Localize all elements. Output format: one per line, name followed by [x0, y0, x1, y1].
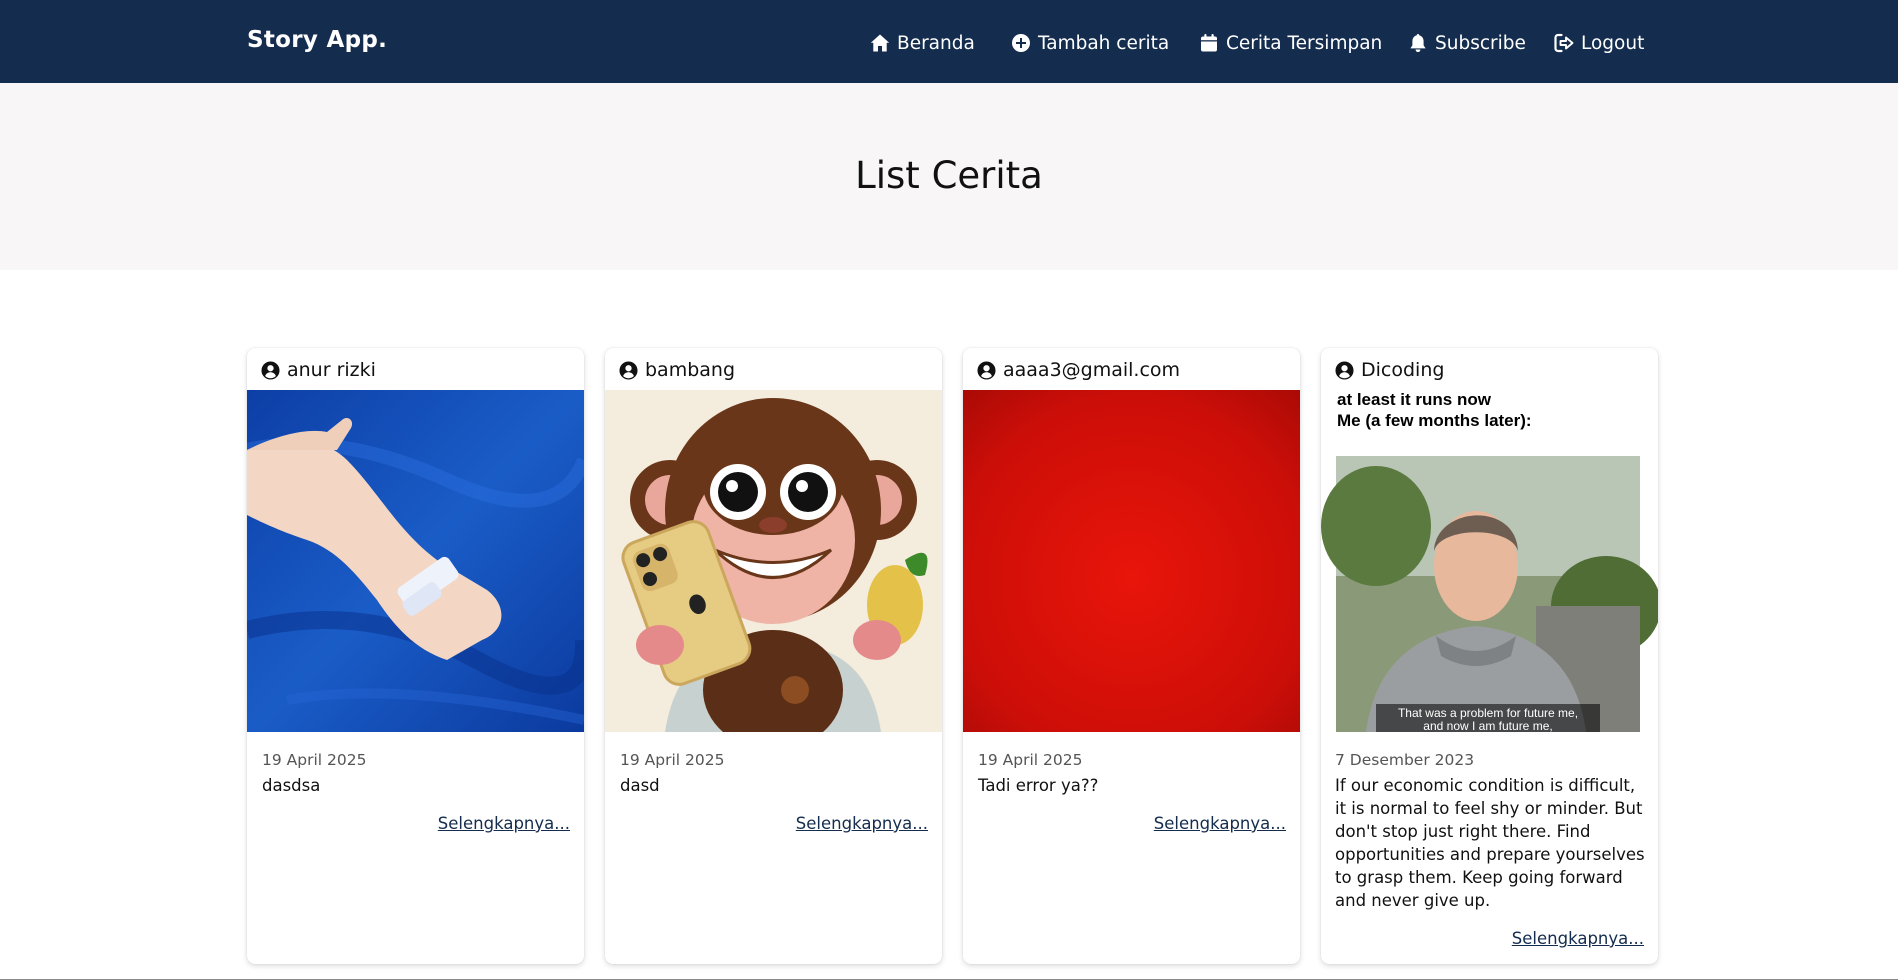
story-image — [963, 390, 1300, 732]
nav-logout[interactable]: Logout — [1554, 31, 1644, 55]
meme-caption-1: That was a problem for future me, — [1398, 706, 1578, 720]
read-more-link[interactable]: Selengkapnya... — [1154, 814, 1286, 833]
story-description: dasd — [620, 776, 660, 795]
story-author-name: aaaa3@gmail.com — [1003, 359, 1181, 381]
read-more-link[interactable]: Selengkapnya... — [796, 814, 928, 833]
story-card[interactable]: aaaa3@gmail.com 19 April 2025 Tadi error… — [963, 348, 1300, 964]
user-circle-icon — [619, 360, 638, 380]
user-circle-icon — [1335, 360, 1354, 380]
nav-subscribe[interactable]: Subscribe — [1408, 31, 1526, 55]
story-image — [247, 390, 584, 732]
meme-caption-2: and now I am future me, — [1423, 719, 1552, 732]
calendar-icon — [1201, 34, 1217, 52]
story-description: Tadi error ya?? — [978, 776, 1099, 795]
story-date: 19 April 2025 — [620, 751, 725, 769]
navbar: Story App. Beranda Tambah cerita Cerita … — [0, 0, 1898, 83]
story-author-name: anur rizki — [287, 359, 376, 381]
brand-logo[interactable]: Story App. — [247, 27, 387, 53]
story-card[interactable]: anur rizki 19 April 2025 dasdsa Selengka… — [247, 348, 584, 964]
plus-circle-icon — [1012, 34, 1030, 52]
story-description: If our economic condition is difficult, … — [1335, 776, 1645, 910]
page-title: List Cerita — [855, 154, 1043, 197]
nav-beranda-label: Beranda — [897, 32, 975, 54]
story-date: 19 April 2025 — [978, 751, 1083, 769]
story-card[interactable]: Dicoding at least it runs now Me (a few … — [1321, 348, 1658, 964]
meme-text-line1: at least it runs now — [1337, 390, 1492, 409]
user-circle-icon — [261, 360, 280, 380]
story-image — [605, 390, 942, 732]
page-header: List Cerita — [0, 83, 1898, 270]
story-card[interactable]: bambang 19 April 2025 dasd Selengkapnya.… — [605, 348, 942, 964]
home-icon — [870, 34, 890, 52]
story-description: dasdsa — [262, 776, 321, 795]
story-image-meme: at least it runs now Me (a few months la… — [1321, 390, 1658, 732]
story-date: 19 April 2025 — [262, 751, 367, 769]
logout-icon — [1554, 33, 1574, 53]
story-author-name: Dicoding — [1361, 359, 1445, 381]
meme-text-line2: Me (a few months later): — [1337, 411, 1532, 430]
bell-icon — [1410, 34, 1426, 52]
story-author: anur rizki — [261, 358, 376, 382]
nav-logout-label: Logout — [1581, 32, 1645, 54]
story-author-name: bambang — [645, 359, 736, 381]
read-more-link[interactable]: Selengkapnya... — [1512, 929, 1644, 948]
nav-beranda[interactable]: Beranda — [870, 31, 975, 55]
story-author: bambang — [619, 358, 735, 382]
user-circle-icon — [977, 360, 996, 380]
nav-cerita-tersimpan-label: Cerita Tersimpan — [1226, 32, 1383, 54]
nav-cerita-tersimpan[interactable]: Cerita Tersimpan — [1199, 31, 1382, 55]
read-more-link[interactable]: Selengkapnya... — [438, 814, 570, 833]
nav-tambah-cerita-label: Tambah cerita — [1038, 32, 1170, 54]
story-author: Dicoding — [1335, 358, 1444, 382]
story-author: aaaa3@gmail.com — [977, 358, 1180, 382]
nav-subscribe-label: Subscribe — [1435, 32, 1526, 54]
story-date: 7 Desember 2023 — [1335, 751, 1475, 769]
nav-tambah-cerita[interactable]: Tambah cerita — [1011, 31, 1169, 55]
